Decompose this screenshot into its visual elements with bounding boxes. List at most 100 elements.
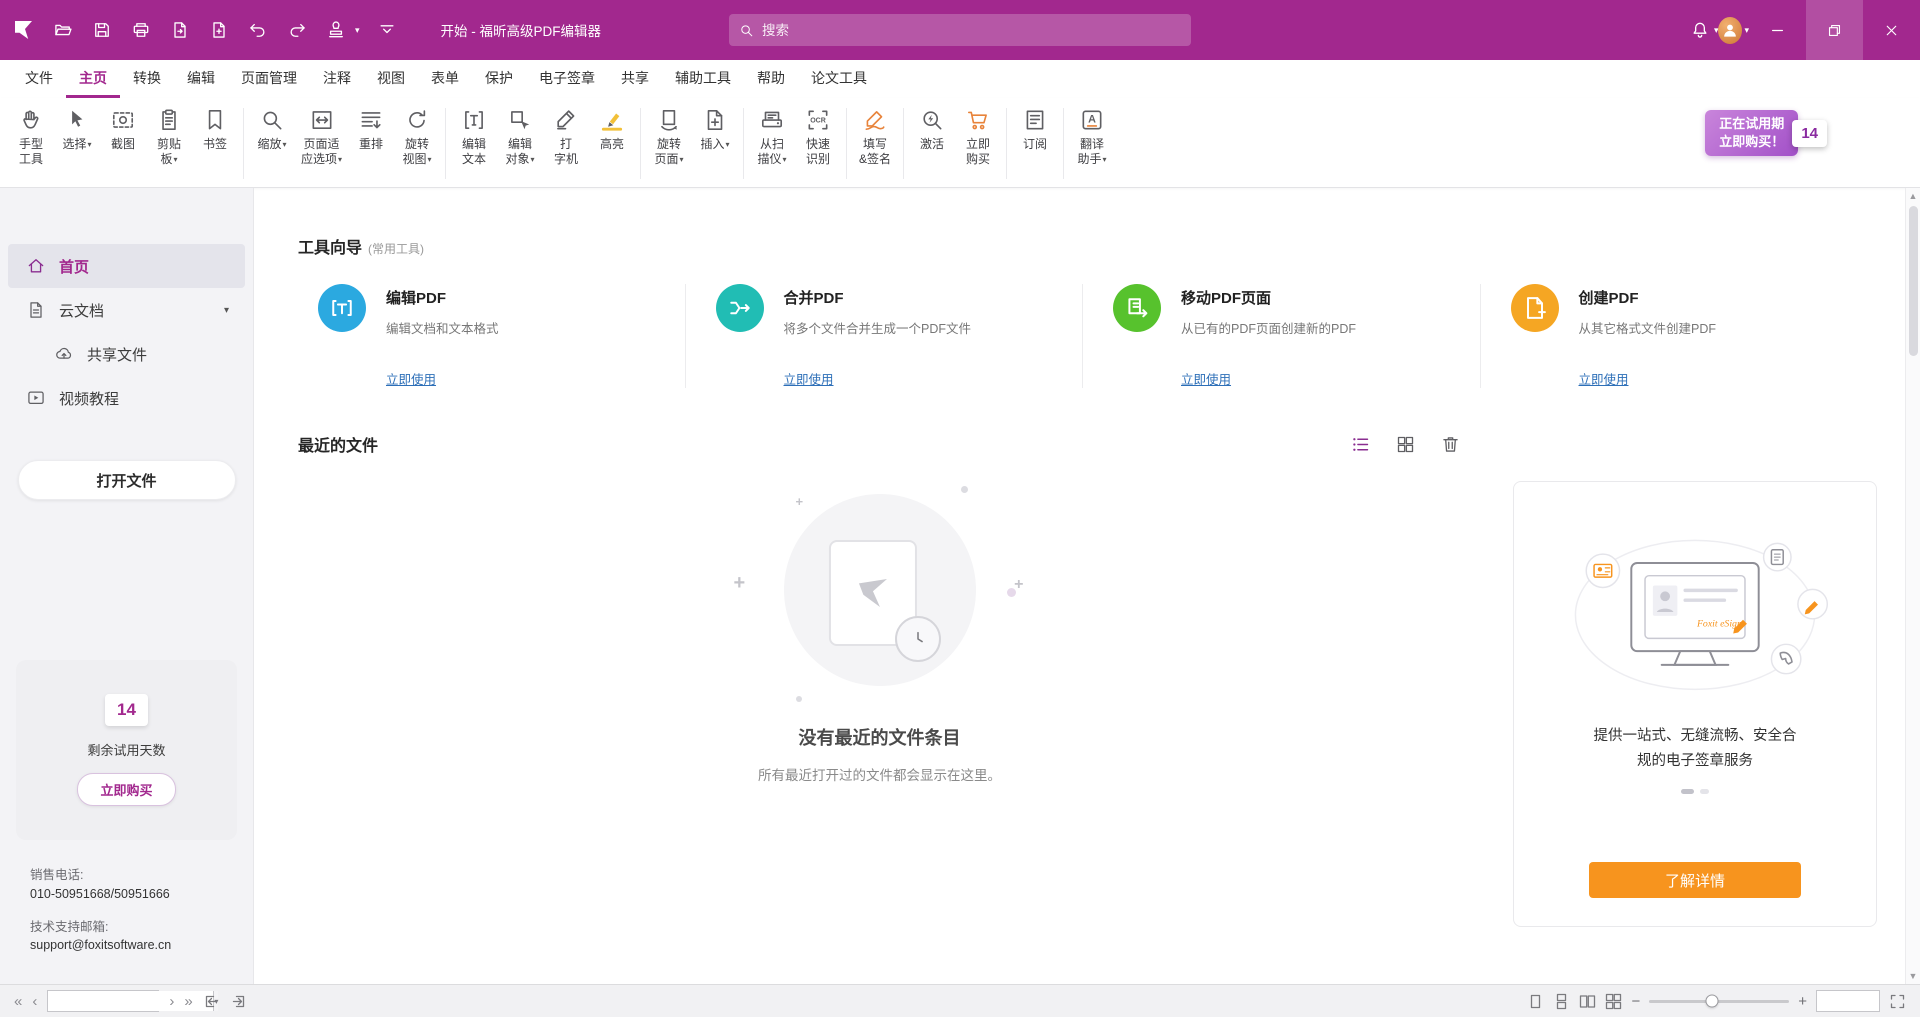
menu-accessibility[interactable]: 辅助工具 xyxy=(662,60,744,98)
trial-banner[interactable]: 正在试用期 立即购买！ 14 xyxy=(1705,110,1827,156)
zoom-in-icon[interactable]: + xyxy=(1798,994,1807,1009)
menu-protect[interactable]: 保护 xyxy=(472,60,526,98)
close-button[interactable] xyxy=(1863,0,1920,60)
single-page-view-icon[interactable] xyxy=(1527,993,1544,1010)
insert-pages-button[interactable]: 插入 xyxy=(692,106,738,152)
minimize-button[interactable] xyxy=(1749,0,1806,60)
vertical-scrollbar[interactable]: ▲ ▼ xyxy=(1905,188,1920,984)
carousel-dots[interactable] xyxy=(1681,789,1709,794)
trash-icon[interactable] xyxy=(1440,434,1461,455)
fit-options-button[interactable]: 页面适 应选项 xyxy=(295,106,348,167)
previous-view-icon[interactable] xyxy=(203,993,220,1010)
hand-tool-button[interactable]: 手型 工具 xyxy=(8,106,54,167)
next-page-icon[interactable]: › xyxy=(169,994,174,1009)
rotate-pages-icon xyxy=(656,106,682,134)
next-view-icon[interactable] xyxy=(230,993,247,1010)
sidebar-item-home[interactable]: 首页 xyxy=(8,244,245,288)
save-icon[interactable] xyxy=(90,18,114,42)
undo-icon[interactable] xyxy=(246,18,270,42)
first-page-icon[interactable]: « xyxy=(14,994,22,1009)
menu-share[interactable]: 共享 xyxy=(608,60,662,98)
subscribe-button[interactable]: 订阅 xyxy=(1012,106,1058,152)
zoom-slider[interactable] xyxy=(1649,1000,1789,1003)
chevron-down-icon[interactable]: ▾ xyxy=(224,305,229,316)
buy-now-pill-button[interactable]: 立即购买 xyxy=(77,773,175,806)
use-now-link[interactable]: 立即使用 xyxy=(784,369,834,388)
sidebar-item-cloud-docs[interactable]: 云文档 ▾ xyxy=(8,288,245,332)
clipboard-button[interactable]: 剪贴 板 xyxy=(146,106,192,167)
from-scanner-button[interactable]: 从扫 描仪 xyxy=(749,106,795,167)
card-move-pdf-pages[interactable]: 移动PDF页面 从已有的PDF页面创建新的PDF 立即使用 xyxy=(1082,284,1480,388)
fill-sign-button[interactable]: 填写 &签名 xyxy=(852,106,898,167)
sidebar-item-shared-files[interactable]: 共享文件 xyxy=(8,332,245,376)
learn-more-button[interactable]: 了解详情 xyxy=(1589,862,1801,898)
use-now-link[interactable]: 立即使用 xyxy=(1579,369,1629,388)
export-pdf-icon[interactable] xyxy=(168,18,192,42)
avatar[interactable] xyxy=(1718,18,1742,42)
activate-button[interactable]: 激活 xyxy=(909,106,955,152)
rotate-view-button[interactable]: 旋转 视图 xyxy=(394,106,440,167)
grid-view-icon[interactable] xyxy=(1395,434,1416,455)
sidebar-item-video-tutorials[interactable]: 视频教程 xyxy=(8,376,245,420)
menu-file[interactable]: 文件 xyxy=(12,60,66,98)
menu-convert[interactable]: 转换 xyxy=(120,60,174,98)
bookmark-button[interactable]: 书签 xyxy=(192,106,238,152)
open-file-button[interactable]: 打开文件 xyxy=(18,460,236,500)
menu-paper-tools[interactable]: 论文工具 xyxy=(798,60,880,98)
menu-esign[interactable]: 电子签章 xyxy=(526,60,608,98)
search-input[interactable] xyxy=(762,23,1181,38)
facing-view-icon[interactable] xyxy=(1579,993,1596,1010)
rotate-pages-button[interactable]: 旋转 页面 xyxy=(646,106,692,167)
stamp-tool-icon[interactable] xyxy=(324,18,348,42)
print-icon[interactable] xyxy=(129,18,153,42)
previous-page-icon[interactable]: ‹ xyxy=(32,994,37,1009)
zoom-tool-button[interactable]: 缩放 xyxy=(249,106,295,152)
notifications-bell-icon[interactable] xyxy=(1688,18,1712,42)
card-create-pdf[interactable]: 创建PDF 从其它格式文件创建PDF 立即使用 xyxy=(1480,284,1878,388)
support-email-value[interactable]: support@foxitsoftware.cn xyxy=(30,936,253,955)
edit-text-button[interactable]: 编辑 文本 xyxy=(451,106,497,167)
fullscreen-icon[interactable] xyxy=(1889,993,1906,1010)
select-tool-button[interactable]: 选择 xyxy=(54,106,100,152)
collapse-ribbon-icon[interactable] xyxy=(375,18,399,42)
zoom-out-icon[interactable]: − xyxy=(1631,994,1640,1009)
menu-view[interactable]: 视图 xyxy=(364,60,418,98)
foxit-logo-icon[interactable] xyxy=(12,18,36,42)
trial-banner-text[interactable]: 正在试用期 立即购买！ xyxy=(1705,110,1798,156)
menu-home[interactable]: 主页 xyxy=(66,60,120,98)
chevron-down-icon[interactable]: ▾ xyxy=(355,25,360,36)
card-edit-pdf[interactable]: 编辑PDF 编辑文档和文本格式 立即使用 xyxy=(298,284,685,388)
list-view-icon[interactable] xyxy=(1350,434,1371,455)
open-file-icon[interactable] xyxy=(51,18,75,42)
facing-continuous-view-icon[interactable] xyxy=(1605,993,1622,1010)
translate-assistant-button[interactable]: A 翻译 助手 xyxy=(1069,106,1115,167)
scroll-up-icon[interactable]: ▲ xyxy=(1909,188,1918,204)
use-now-link[interactable]: 立即使用 xyxy=(386,369,436,388)
menu-form[interactable]: 表单 xyxy=(418,60,472,98)
buy-now-button[interactable]: 立即 购买 xyxy=(955,106,1001,167)
menu-help[interactable]: 帮助 xyxy=(744,60,798,98)
scroll-down-icon[interactable]: ▼ xyxy=(1909,968,1918,984)
scrollbar-thumb[interactable] xyxy=(1909,206,1918,356)
carousel-dot-active[interactable] xyxy=(1681,789,1694,794)
highlight-button[interactable]: 高亮 xyxy=(589,106,635,152)
menu-edit[interactable]: 编辑 xyxy=(174,60,228,98)
ocr-button[interactable]: OCR 快速 识别 xyxy=(795,106,841,167)
search-bar[interactable] xyxy=(729,14,1191,46)
use-now-link[interactable]: 立即使用 xyxy=(1181,369,1231,388)
menu-page-manage[interactable]: 页面管理 xyxy=(228,60,310,98)
snapshot-button[interactable]: 截图 xyxy=(100,106,146,152)
zoom-value-input[interactable] xyxy=(1817,991,1879,1011)
menu-comment[interactable]: 注释 xyxy=(310,60,364,98)
create-pdf-icon[interactable] xyxy=(207,18,231,42)
carousel-dot[interactable] xyxy=(1700,789,1709,794)
zoom-slider-handle[interactable] xyxy=(1706,995,1719,1008)
reflow-button[interactable]: 重排 xyxy=(348,106,394,152)
card-merge-pdf[interactable]: 合并PDF 将多个文件合并生成一个PDF文件 立即使用 xyxy=(685,284,1083,388)
last-page-icon[interactable]: » xyxy=(184,994,192,1009)
restore-button[interactable] xyxy=(1806,0,1863,60)
redo-icon[interactable] xyxy=(285,18,309,42)
continuous-view-icon[interactable] xyxy=(1553,993,1570,1010)
edit-object-button[interactable]: 编辑 对象 xyxy=(497,106,543,167)
typewriter-button[interactable]: 打 字机 xyxy=(543,106,589,167)
